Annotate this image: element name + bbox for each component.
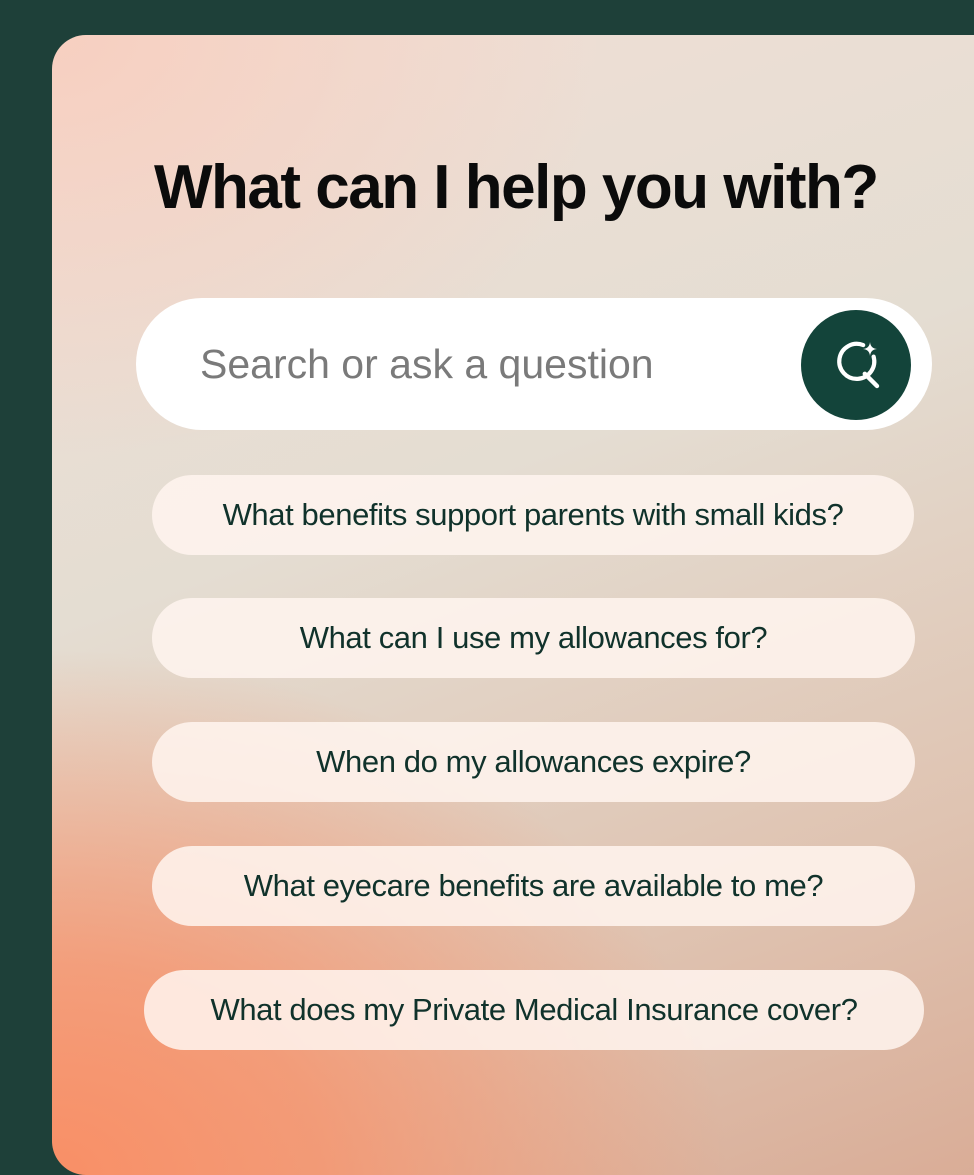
suggestion-chip[interactable]: When do my allowances expire? <box>152 722 915 802</box>
ai-search-button[interactable] <box>801 310 911 420</box>
suggestion-chip[interactable]: What does my Private Medical Insurance c… <box>144 970 924 1050</box>
suggestion-chip[interactable]: What can I use my allowances for? <box>152 598 915 678</box>
search-bar <box>136 298 932 430</box>
page-title: What can I help you with? <box>154 153 879 222</box>
ai-search-icon <box>837 341 880 389</box>
search-input[interactable] <box>200 328 780 400</box>
suggestion-chip[interactable]: What eyecare benefits are available to m… <box>152 846 915 926</box>
suggestion-chip[interactable]: What benefits support parents with small… <box>152 475 914 555</box>
